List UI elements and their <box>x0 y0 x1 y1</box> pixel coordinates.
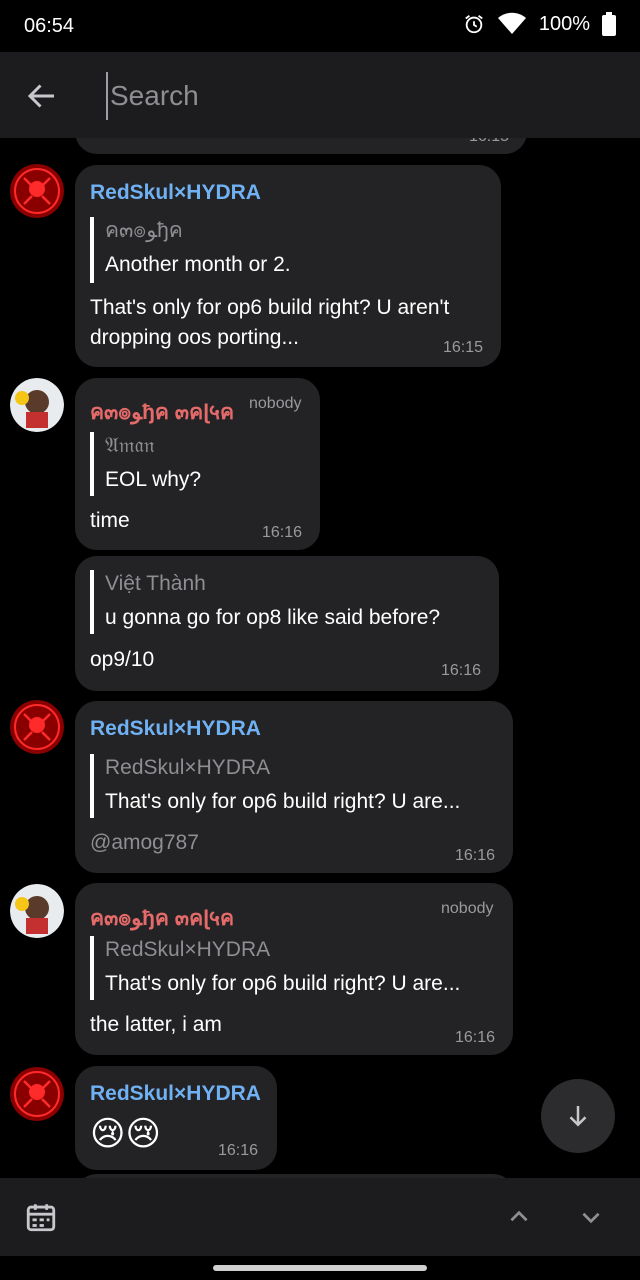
quote-sender: RedSkul×HYDRA <box>105 756 271 779</box>
message-time: 16:16 <box>441 662 482 679</box>
avatar[interactable] <box>10 164 64 218</box>
message-bubble[interactable]: RedSkul×HYDRA 😢😢 16:16 <box>75 1066 277 1170</box>
chevron-down-icon[interactable] <box>578 1204 604 1230</box>
system-navigation-bar <box>0 1256 640 1280</box>
message-bubble[interactable]: ค๓๏ﻮђค ๓คɭ५ค nobody 𝔄𝔪𝔞𝔫 EOL why? time 1… <box>75 378 320 550</box>
message-text: op9/10 <box>90 648 155 671</box>
sender-name[interactable]: ค๓๏ﻮђค ๓คɭ५ค <box>90 396 234 429</box>
quote-text: That's only for op6 build right? U are..… <box>105 972 461 995</box>
sender-name[interactable]: RedSkul×HYDRA <box>90 1082 261 1106</box>
calendar-icon[interactable] <box>24 1200 58 1234</box>
quote-sender: 𝔄𝔪𝔞𝔫 <box>105 434 155 457</box>
sender-name[interactable]: RedSkul×HYDRA <box>90 717 261 741</box>
sender-name[interactable]: ค๓๏ﻮђค ๓คɭ५ค <box>90 902 234 935</box>
quote-text: That's only for op6 build right? U are..… <box>105 790 461 813</box>
quote-text: Another month or 2. <box>105 253 291 276</box>
quote-text: u gonna go for op8 like said before? <box>105 606 441 629</box>
avatar[interactable] <box>10 1067 64 1121</box>
alarm-icon <box>465 15 483 34</box>
avatar[interactable] <box>10 884 64 938</box>
status-bar: 06:54 100% <box>0 0 640 52</box>
quote-sender: Việt Thành <box>105 572 206 595</box>
battery-icon <box>602 12 616 36</box>
sender-name[interactable]: RedSkul×HYDRA <box>90 181 261 205</box>
battery-text: 100% <box>538 12 590 35</box>
message-bubble[interactable]: ค๓๏ﻮђค ๓คɭ५ค nobody RedSkul×HYDRA That's… <box>75 883 513 1055</box>
quote-sender: ค๓๏ﻮђค <box>105 219 183 242</box>
message-text: time <box>90 509 130 532</box>
message-text: dropping oos porting... <box>90 326 299 349</box>
wifi-icon <box>497 12 526 34</box>
reply-quote[interactable]: RedSkul×HYDRA That's only for op6 build … <box>90 754 460 818</box>
admin-title: nobody <box>249 395 302 412</box>
reply-quote[interactable]: RedSkul×HYDRA That's only for op6 build … <box>90 936 460 1000</box>
message-text: the latter, i am <box>90 1013 222 1036</box>
reply-quote[interactable]: Việt Thành u gonna go for op8 like said … <box>90 570 440 634</box>
arrow-down-icon <box>569 1106 587 1127</box>
search-input[interactable] <box>106 72 592 120</box>
message-time: 16:16 <box>455 1029 496 1046</box>
message-bubble[interactable]: Việt Thành u gonna go for op8 like said … <box>75 556 499 691</box>
quote-sender: RedSkul×HYDRA <box>105 938 271 961</box>
message-text: That's only for op6 build right? U aren'… <box>90 296 450 319</box>
search-navigation-bar <box>0 1178 640 1256</box>
reply-quote[interactable]: ค๓๏ﻮђค Another month or 2. <box>90 217 291 283</box>
search-bar <box>0 52 640 138</box>
message-bubble[interactable]: RedSkul×HYDRA ค๓๏ﻮђค Another month or 2.… <box>75 165 501 367</box>
admin-title: nobody <box>441 900 494 917</box>
chevron-up-icon[interactable] <box>506 1204 532 1230</box>
avatar[interactable] <box>10 700 64 754</box>
message-time: 16:16 <box>262 524 303 541</box>
reply-quote[interactable]: 𝔄𝔪𝔞𝔫 EOL why? <box>90 432 201 496</box>
home-indicator[interactable] <box>213 1265 427 1271</box>
message-time: 16:15 <box>469 138 509 146</box>
message-list[interactable]: 16:15 RedSkul×HYDRA ค๓๏ﻮђค Another month… <box>0 138 640 1178</box>
message-bubble[interactable]: RedSkul×HYDRA RedSkul×HYDRA That's only … <box>75 701 513 873</box>
emoji-text: 😢😢 <box>90 1114 161 1154</box>
message-bubble[interactable]: 16:15 <box>75 138 527 154</box>
status-icons: 100% <box>463 12 616 36</box>
back-arrow-icon[interactable] <box>24 78 60 114</box>
scroll-down-button[interactable] <box>541 1079 615 1153</box>
message-time: 16:16 <box>218 1142 259 1159</box>
mention-text[interactable]: @amog787 <box>90 828 199 858</box>
message-time: 16:15 <box>443 339 484 356</box>
message-time: 16:16 <box>455 847 496 864</box>
status-time: 06:54 <box>24 15 75 37</box>
quote-text: EOL why? <box>105 468 202 491</box>
avatar[interactable] <box>10 378 64 432</box>
